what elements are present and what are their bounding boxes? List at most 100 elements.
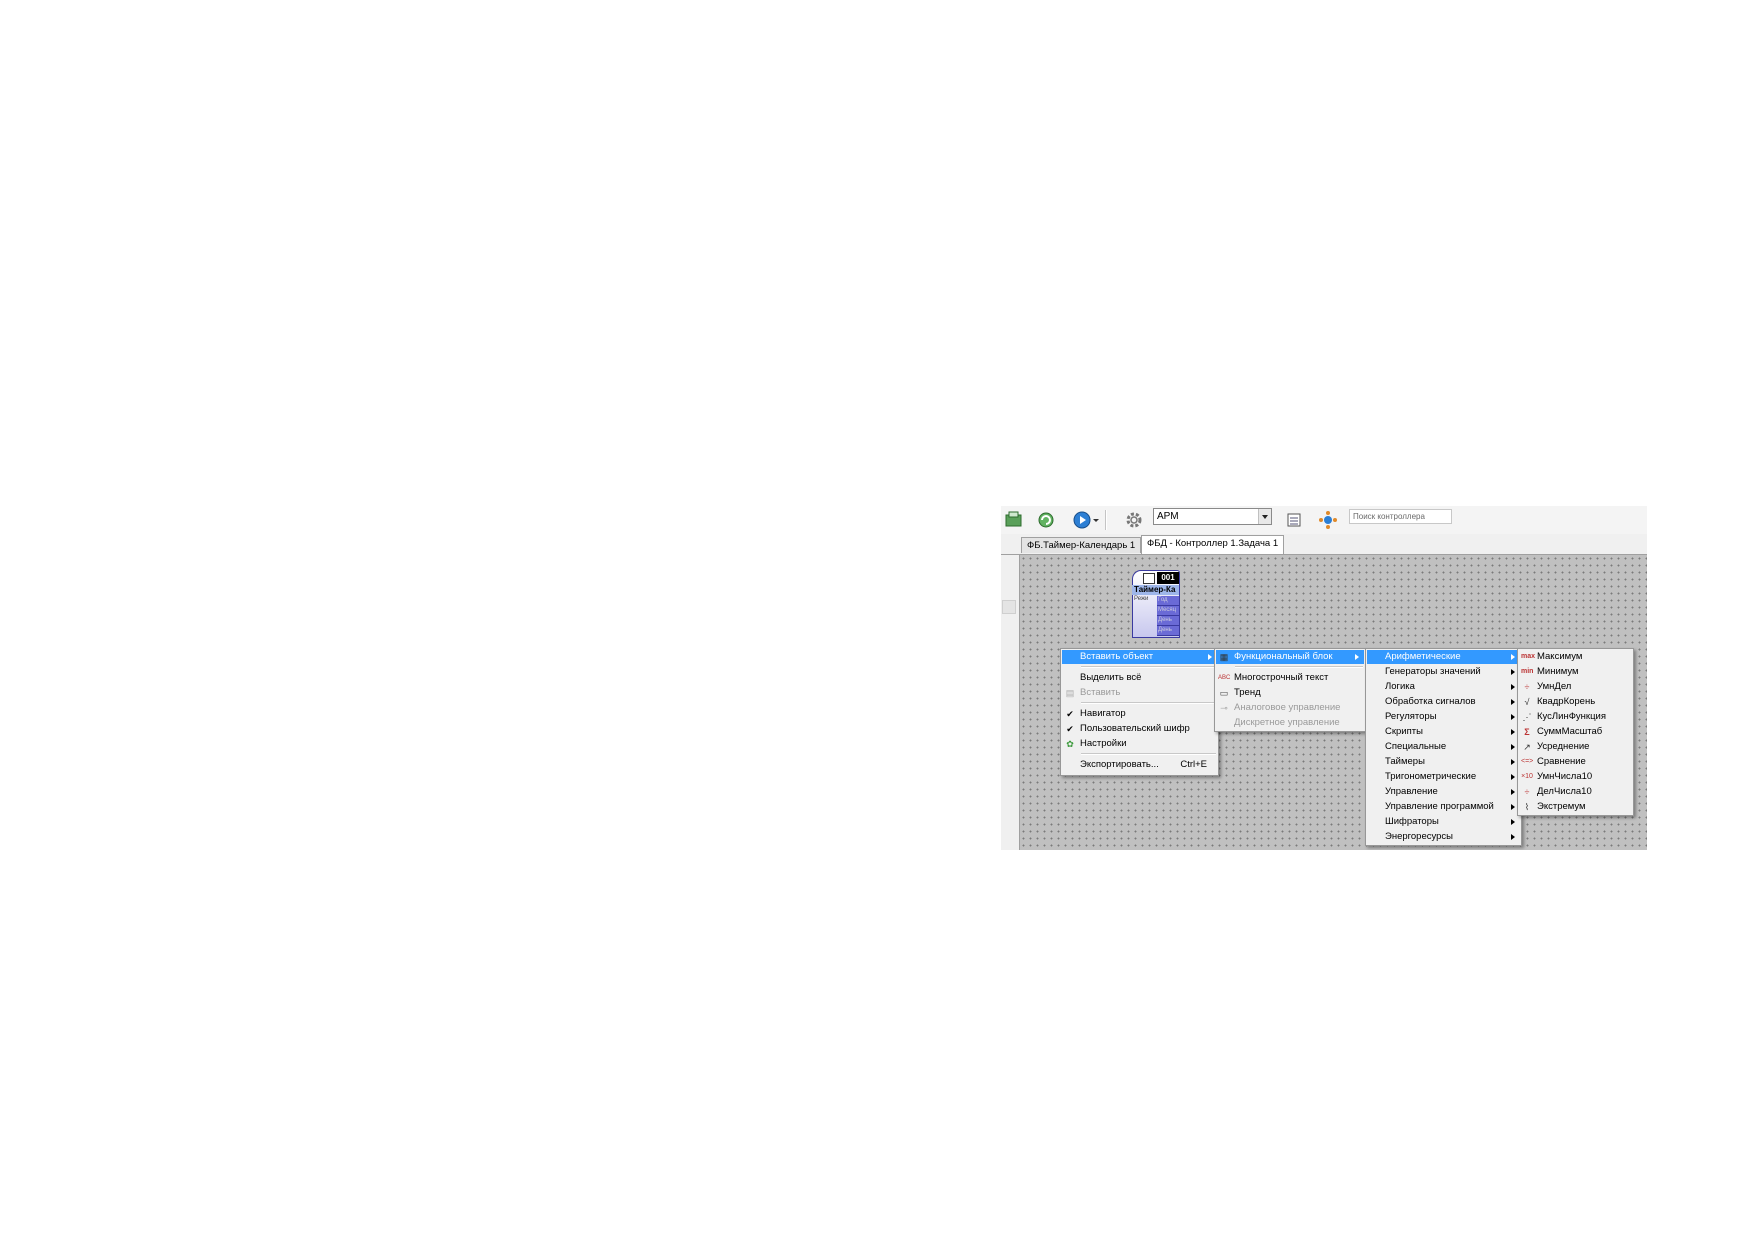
menu-item-trigonometric[interactable]: Тригонометрические: [1367, 770, 1520, 784]
arithmetic-submenu: max Максимум min Минимум ÷ УмнДел √ КвадрКор…: [1517, 648, 1634, 816]
block-output[interactable]: День: [1157, 626, 1179, 636]
settings-icon: ✿: [1066, 739, 1074, 749]
max-icon: max: [1521, 653, 1536, 660]
min-icon: min: [1521, 668, 1534, 675]
menu-separator: [1081, 702, 1216, 704]
play-icon[interactable]: [1072, 510, 1092, 530]
menu-separator: [1081, 666, 1216, 668]
menu-item-extremum[interactable]: ⌇ Экстремум: [1519, 800, 1632, 814]
workstation-combo-value: АРМ: [1157, 511, 1179, 522]
menu-item-sqrt[interactable]: √ КвадрКорень: [1519, 695, 1632, 709]
menu-item-encoders[interactable]: Шифраторы: [1367, 815, 1520, 829]
menu-item-regulators[interactable]: Регуляторы: [1367, 710, 1520, 724]
submenu-arrow-icon: [1511, 699, 1515, 705]
text-abc-icon: ABC: [1218, 675, 1231, 681]
submenu-arrow-icon: [1511, 654, 1515, 660]
block-type-icon: [1143, 573, 1155, 584]
tab-timer-calendar[interactable]: ФБ.Таймер-Календарь 1: [1021, 537, 1142, 553]
menu-item-special[interactable]: Специальные: [1367, 740, 1520, 754]
menu-item-paste: ▤ Вставить: [1065, 687, 1121, 698]
menu-item-value-generators[interactable]: Генераторы значений: [1367, 665, 1520, 679]
menu-item-arithmetic[interactable]: Арифметические: [1367, 650, 1520, 664]
settings-icon[interactable]: [1124, 510, 1144, 530]
menu-item-piecewise-linear[interactable]: ⋰ КусЛинФункция: [1519, 710, 1632, 724]
checkmark-icon: ✔: [1066, 724, 1074, 734]
menu-item-minimum[interactable]: min Минимум: [1519, 665, 1632, 679]
menu-item-control[interactable]: Управление: [1367, 785, 1520, 799]
paste-icon: ▤: [1065, 688, 1075, 698]
shortcut-label: Ctrl+E: [1180, 759, 1207, 770]
menu-item-logic[interactable]: Логика: [1367, 680, 1520, 694]
menu-separator: [1081, 753, 1216, 755]
submenu-arrow-icon: [1355, 654, 1359, 660]
menu-item-maximum[interactable]: max Максимум: [1519, 650, 1632, 664]
document-tabs: ФБ.Таймер-Календарь 1 ФБД - Контроллер 1…: [1001, 534, 1647, 555]
list-icon[interactable]: [1284, 510, 1304, 530]
save-icon[interactable]: [1004, 510, 1024, 530]
submenu-arrow-icon: [1511, 744, 1515, 750]
menu-item-select-all[interactable]: Выделить всё: [1062, 671, 1217, 685]
panel-toggle[interactable]: [1002, 600, 1016, 614]
menu-item-energy-resources[interactable]: Энергоресурсы: [1367, 830, 1520, 844]
insert-object-submenu: ▦ Функциональный блок ABC Многострочный …: [1214, 648, 1366, 732]
chevron-down-icon[interactable]: [1258, 509, 1271, 524]
left-panel-strip: [1001, 555, 1020, 850]
refresh-icon[interactable]: [1036, 510, 1056, 530]
menu-item-analog-control: ⊸ Аналоговое управление: [1216, 701, 1364, 715]
submenu-arrow-icon: [1511, 834, 1515, 840]
menu-item-trend[interactable]: ▭ Тренд: [1216, 686, 1364, 700]
block-title: Таймер-Ка: [1132, 585, 1179, 595]
menu-item-mul10[interactable]: ×10 УмнЧисла10: [1519, 770, 1632, 784]
block-output[interactable]: День: [1157, 616, 1179, 626]
trend-icon: ▭: [1219, 688, 1229, 698]
submenu-arrow-icon: [1511, 819, 1515, 825]
checkmark-icon: ✔: [1066, 709, 1074, 719]
menu-item-comparison[interactable]: <=> Сравнение: [1519, 755, 1632, 769]
tab-fbd-task[interactable]: ФБД - Контроллер 1.Задача 1: [1141, 535, 1285, 554]
analog-control-icon: ⊸: [1220, 703, 1228, 713]
menu-item-user-cipher[interactable]: ✔ Пользовательский шифр: [1062, 722, 1217, 736]
submenu-arrow-icon: [1511, 729, 1515, 735]
chevron-down-icon[interactable]: [1091, 510, 1101, 530]
menu-item-muldiv[interactable]: ÷ УмнДел: [1519, 680, 1632, 694]
menu-item-signal-processing[interactable]: Обработка сигналов: [1367, 695, 1520, 709]
compare-icon: <=>: [1521, 758, 1534, 765]
block-input-label: Режи: [1134, 596, 1149, 602]
network-icon[interactable]: [1318, 510, 1338, 530]
menu-item-timers[interactable]: Таймеры: [1367, 755, 1520, 769]
menu-item-div10[interactable]: ÷ ДелЧисла10: [1519, 785, 1632, 799]
muldiv-icon: ÷: [1524, 682, 1530, 692]
block-number: 001: [1157, 572, 1179, 584]
menu-item-insert-object[interactable]: Вставить объект: [1062, 650, 1217, 664]
toolbar-separator: [1105, 510, 1107, 530]
mul10-icon: ×10: [1521, 773, 1533, 780]
submenu-arrow-icon: [1511, 714, 1515, 720]
average-icon: ↗: [1523, 742, 1531, 752]
menu-item-program-control[interactable]: Управление программой: [1367, 800, 1520, 814]
extremum-icon: ⌇: [1524, 802, 1530, 812]
menu-item-function-block[interactable]: ▦ Функциональный блок: [1216, 650, 1364, 664]
menu-item-discrete-control: Дискретное управление: [1234, 717, 1340, 728]
fbd-editor-window: АРМ Поиск контроллера ФБ.Таймер-Календар…: [1001, 506, 1647, 850]
block-output[interactable]: Год: [1157, 596, 1179, 606]
block-category-submenu: Арифметические Генераторы значений Логик…: [1365, 648, 1522, 846]
menu-item-navigator[interactable]: ✔ Навигатор: [1062, 707, 1217, 721]
submenu-arrow-icon: [1208, 654, 1212, 660]
sqrt-icon: √: [1524, 697, 1530, 707]
controller-search-input[interactable]: Поиск контроллера: [1349, 509, 1452, 524]
submenu-arrow-icon: [1511, 774, 1515, 780]
canvas-context-menu: Вставить объект Выделить всё ▤ Вставить …: [1060, 648, 1219, 776]
toolbar: АРМ Поиск контроллера: [1001, 506, 1647, 535]
function-block[interactable]: 001 Таймер-Ка Режи Год Месяц День День: [1132, 570, 1180, 638]
function-block-icon: ▦: [1219, 652, 1229, 662]
menu-item-sum-scale[interactable]: Σ СуммМасштаб: [1519, 725, 1632, 739]
block-output[interactable]: Месяц: [1157, 606, 1179, 616]
menu-item-multiline-text[interactable]: ABC Многострочный текст: [1216, 671, 1364, 685]
workstation-combo[interactable]: АРМ: [1153, 508, 1272, 525]
menu-item-averaging[interactable]: ↗ Усреднение: [1519, 740, 1632, 754]
menu-item-scripts[interactable]: Скрипты: [1367, 725, 1520, 739]
submenu-arrow-icon: [1511, 759, 1515, 765]
submenu-arrow-icon: [1511, 684, 1515, 690]
menu-item-settings[interactable]: ✿ Настройки: [1062, 737, 1217, 751]
menu-item-export[interactable]: Экспортировать... Ctrl+E: [1062, 758, 1217, 772]
